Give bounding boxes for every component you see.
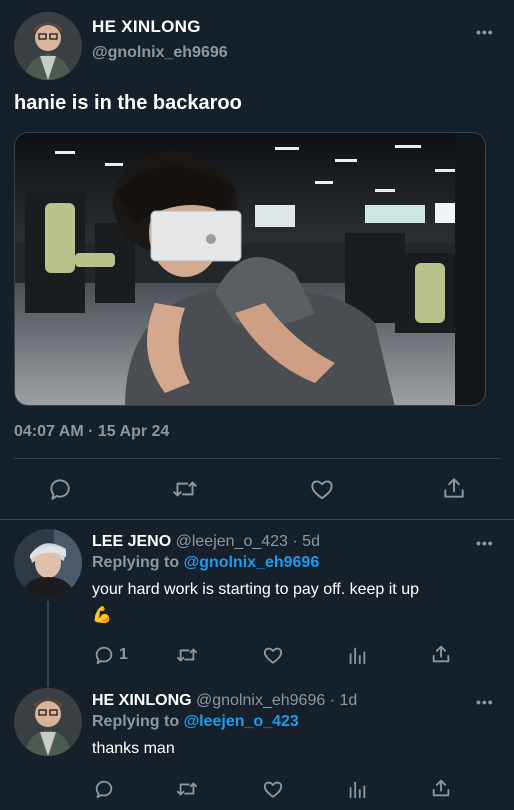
retweet-icon[interactable]: [175, 644, 199, 666]
reply-age[interactable]: · 5d: [292, 533, 320, 550]
analytics-icon[interactable]: [346, 778, 368, 800]
reply-count: 1: [119, 646, 128, 663]
display-name[interactable]: HE XINLONG: [92, 17, 201, 37]
more-icon[interactable]: •••: [476, 694, 494, 710]
reply-text: thanks man: [92, 740, 175, 757]
like-icon[interactable]: [262, 778, 284, 800]
share-icon[interactable]: [430, 643, 452, 665]
share-icon[interactable]: [441, 475, 467, 501]
share-icon[interactable]: [430, 777, 452, 799]
more-icon[interactable]: •••: [476, 535, 494, 551]
retweet-icon[interactable]: [175, 778, 199, 800]
replying-to: Replying to @gnolnix_eh9696: [92, 554, 319, 572]
like-icon[interactable]: [262, 644, 284, 666]
reply-header: LEE JENO @leejen_o_423 · 5d: [92, 533, 320, 551]
reply-header: HE XINLONG @gnolnix_eh9696 · 1d: [92, 692, 357, 710]
analytics-icon[interactable]: [346, 644, 368, 666]
user-handle[interactable]: @gnolnix_eh9696: [92, 44, 228, 62]
display-name[interactable]: HE XINLONG: [92, 692, 192, 709]
avatar[interactable]: [14, 12, 82, 80]
retweet-icon[interactable]: [171, 476, 199, 502]
like-icon[interactable]: [309, 476, 335, 502]
replying-to-handle[interactable]: @gnolnix_eh9696: [184, 554, 320, 571]
user-handle[interactable]: @gnolnix_eh9696: [196, 692, 325, 709]
avatar[interactable]: [14, 529, 82, 597]
reply-icon[interactable]: [93, 644, 115, 666]
replying-to: Replying to @leejen_o_423: [92, 713, 299, 731]
divider: [14, 458, 500, 459]
replying-to-label: Replying to: [92, 713, 180, 730]
reply-emoji: 💪: [92, 607, 112, 624]
reply-icon[interactable]: [93, 778, 115, 800]
reply-text: your hard work is starting to pay off. k…: [92, 581, 419, 598]
reply-icon[interactable]: [47, 476, 73, 502]
display-name[interactable]: LEE JENO: [92, 533, 171, 550]
user-handle[interactable]: @leejen_o_423: [176, 533, 288, 550]
replying-to-handle[interactable]: @leejen_o_423: [184, 713, 299, 730]
divider: [0, 519, 514, 520]
tweet-timestamp[interactable]: 04:07 AM · 15 Apr 24: [14, 423, 169, 441]
thread-line: [47, 601, 49, 687]
replying-to-label: Replying to: [92, 554, 180, 571]
reply-age[interactable]: · 1d: [330, 692, 358, 709]
tweet-image[interactable]: [14, 132, 486, 406]
avatar[interactable]: [14, 688, 82, 756]
more-icon[interactable]: •••: [476, 24, 494, 40]
tweet-text: hanie is in the backaroo: [14, 92, 242, 114]
